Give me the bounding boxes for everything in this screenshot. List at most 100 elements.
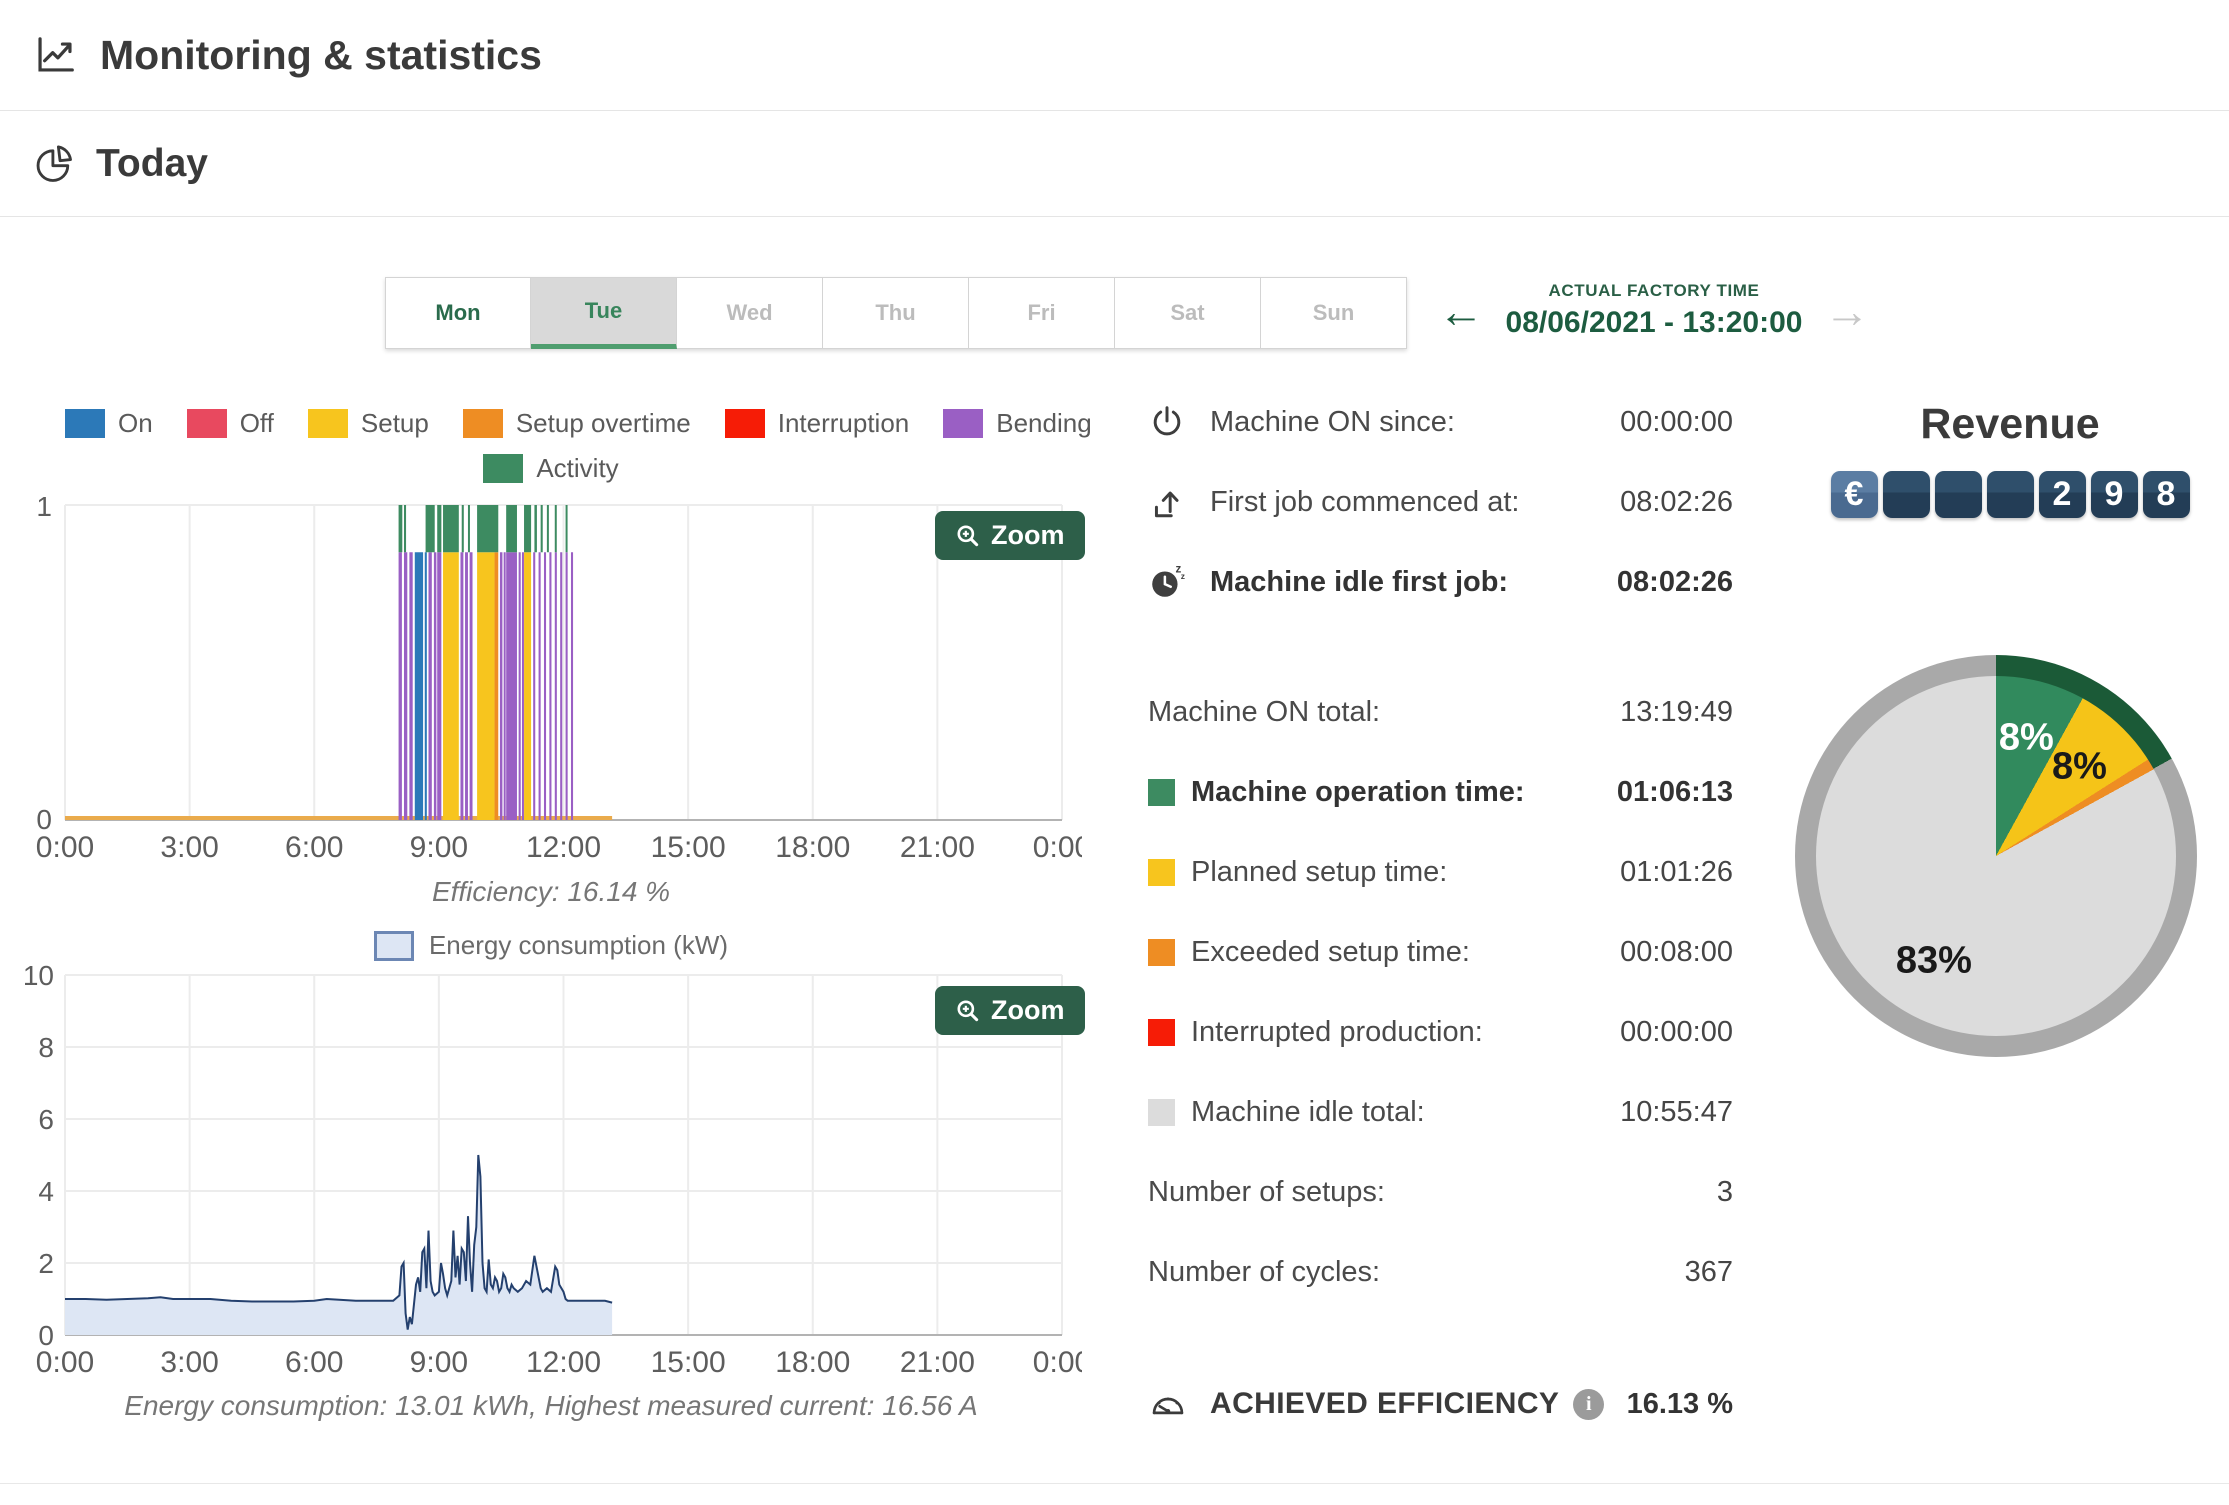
tab-sun[interactable]: Sun [1261, 277, 1407, 349]
bottom-divider [0, 1483, 2229, 1484]
tab-sat[interactable]: Sat [1115, 277, 1261, 349]
interruption-swatch [724, 409, 765, 438]
digit-tile: 8 [2142, 471, 2190, 518]
svg-text:0:00: 0:00 [36, 831, 94, 864]
svg-text:9:00: 9:00 [410, 831, 468, 864]
stat-value: 00:08:00 [1620, 935, 1733, 968]
svg-text:12:00: 12:00 [526, 1346, 601, 1379]
legend-label: On [118, 408, 153, 438]
prev-day-arrow-icon[interactable]: ← [1438, 288, 1484, 334]
day-tab-strip: Mon Tue Wed Thu Fri Sat Sun [385, 277, 1407, 349]
stat-label: Interrupted production: [1191, 1015, 1483, 1048]
digit-tile: 9 [2090, 471, 2138, 518]
stat-value: 16.13 % [1626, 1387, 1733, 1420]
svg-text:0:00: 0:00 [1033, 1346, 1082, 1379]
energy-caption: Energy consumption: 13.01 kWh, Highest m… [124, 1390, 978, 1421]
pie-slices [1816, 676, 2176, 1036]
idle-clock-icon: z z [1148, 563, 1196, 601]
svg-text:0:00: 0:00 [1033, 831, 1082, 864]
magnifier-plus-icon [957, 524, 979, 546]
stats-spacer [1148, 622, 1733, 672]
stat-label: Machine idle total: [1191, 1095, 1425, 1128]
next-day-arrow-icon[interactable]: → [1824, 288, 1870, 334]
stats-panel: Machine ON since: 00:00:00 First job com… [1148, 382, 1733, 1444]
factory-time-block: ACTUAL FACTORY TIME 08/06/2021 - 13:20:0… [1504, 281, 1804, 340]
svg-text:1: 1 [36, 495, 52, 522]
svg-text:0: 0 [38, 1320, 54, 1351]
stat-label: Machine idle first job: [1210, 565, 1509, 598]
page-title: Monitoring & statistics [100, 31, 542, 78]
tab-wed[interactable]: Wed [677, 277, 823, 349]
svg-text:6:00: 6:00 [285, 831, 343, 864]
stat-number-of-setups: Number of setups: 3 [1148, 1152, 1733, 1232]
pie-slice-label: 83% [1895, 939, 1972, 982]
tab-thu[interactable]: Thu [823, 277, 969, 349]
first-job-icon [1148, 483, 1196, 521]
legend-item-setup-overtime[interactable]: Setup overtime [462, 408, 691, 439]
gauge-icon [1148, 1384, 1196, 1424]
zoom-button-label: Zoom [991, 995, 1065, 1025]
factory-time-value: 08/06/2021 - 13:20:00 [1505, 306, 1803, 339]
pie-slice-label: 8% [2052, 745, 2107, 788]
energy-zoom-button[interactable]: Zoom [935, 986, 1085, 1035]
stats-spacer [1148, 1312, 1733, 1364]
time-distribution-pie: 8% 8% 83% [1795, 655, 2197, 1057]
stat-label: Exceeded setup time: [1191, 935, 1470, 968]
legend-item-off[interactable]: Off [186, 408, 274, 439]
factory-time: ← ACTUAL FACTORY TIME 08/06/2021 - 13:20… [1438, 281, 1870, 340]
stat-label: Planned setup time: [1191, 855, 1448, 888]
energy-chart: 0:00 3:00 6:00 9:00 12:00 15:00 18:00 21:00 0:0 0… [23, 960, 1082, 1379]
setup-overtime-swatch [462, 409, 503, 438]
svg-text:15:00: 15:00 [651, 831, 726, 864]
stat-value: 00:00:00 [1620, 405, 1733, 438]
currency-tile: € [1830, 471, 1878, 518]
tab-mon[interactable]: Mon [385, 277, 531, 349]
stat-idle-first-job: z z Machine idle first job: 08:02:26 [1148, 542, 1733, 622]
stat-operation-time: Machine operation time: 01:06:13 [1148, 752, 1733, 832]
legend-item-activity[interactable]: Activity [483, 453, 619, 484]
power-icon [1148, 403, 1196, 441]
legend-label: Bending [996, 408, 1092, 438]
stat-exceeded-setup: Exceeded setup time: 00:08:00 [1148, 912, 1733, 992]
stat-interrupted: Interrupted production: 00:00:00 [1148, 992, 1733, 1072]
interrupted-swatch [1148, 1018, 1175, 1046]
legend-label: Interruption [777, 408, 910, 438]
legend-item-on[interactable]: On [65, 408, 153, 439]
stat-label: Machine ON total: [1148, 695, 1381, 728]
stat-label: ACHIEVED EFFICIENCY [1210, 1387, 1560, 1420]
svg-text:z: z [1181, 571, 1185, 581]
info-icon[interactable]: i [1573, 1388, 1605, 1420]
stat-first-job: First job commenced at: 08:02:26 [1148, 462, 1733, 542]
stat-value: 00:00:00 [1620, 1015, 1733, 1048]
stat-planned-setup: Planned setup time: 01:01:26 [1148, 832, 1733, 912]
stat-achieved-efficiency: ACHIEVED EFFICIENCY i 16.13 % [1148, 1364, 1733, 1444]
svg-text:3:00: 3:00 [160, 1346, 218, 1379]
stat-machine-on-since: Machine ON since: 00:00:00 [1148, 382, 1733, 462]
legend-item-interruption[interactable]: Interruption [724, 408, 910, 439]
on-swatch [65, 409, 105, 438]
setup-swatch [307, 409, 348, 438]
digit-tile [1986, 471, 2034, 518]
stat-label: Machine operation time: [1191, 775, 1525, 808]
legend-item-bending[interactable]: Bending [943, 408, 1092, 439]
stat-value: 3 [1716, 1175, 1733, 1208]
svg-text:21:00: 21:00 [900, 831, 975, 864]
timeline-zoom-button[interactable]: Zoom [935, 511, 1085, 560]
digit-tile [1934, 471, 1982, 518]
svg-text:4: 4 [38, 1176, 54, 1207]
legend-item-setup[interactable]: Setup [307, 408, 429, 439]
stat-machine-on-total: Machine ON total: 13:19:49 [1148, 672, 1733, 752]
stat-label: First job commenced at: [1210, 485, 1520, 518]
svg-text:8: 8 [38, 1032, 54, 1063]
monitoring-dashboard: Monitoring & statistics Today Mon Tue We… [0, 0, 2229, 1505]
pie-slice-label: 8% [1998, 716, 2054, 759]
stat-value: 367 [1684, 1255, 1733, 1288]
stat-label: Machine ON since: [1210, 405, 1455, 438]
tab-tue[interactable]: Tue [531, 277, 677, 349]
exceeded-setup-swatch [1148, 938, 1175, 966]
svg-text:21:00: 21:00 [900, 1346, 975, 1379]
revenue-title: Revenue [1920, 400, 2100, 448]
legend-label: Off [239, 408, 274, 438]
tab-fri[interactable]: Fri [969, 277, 1115, 349]
svg-text:12:00: 12:00 [526, 831, 601, 864]
